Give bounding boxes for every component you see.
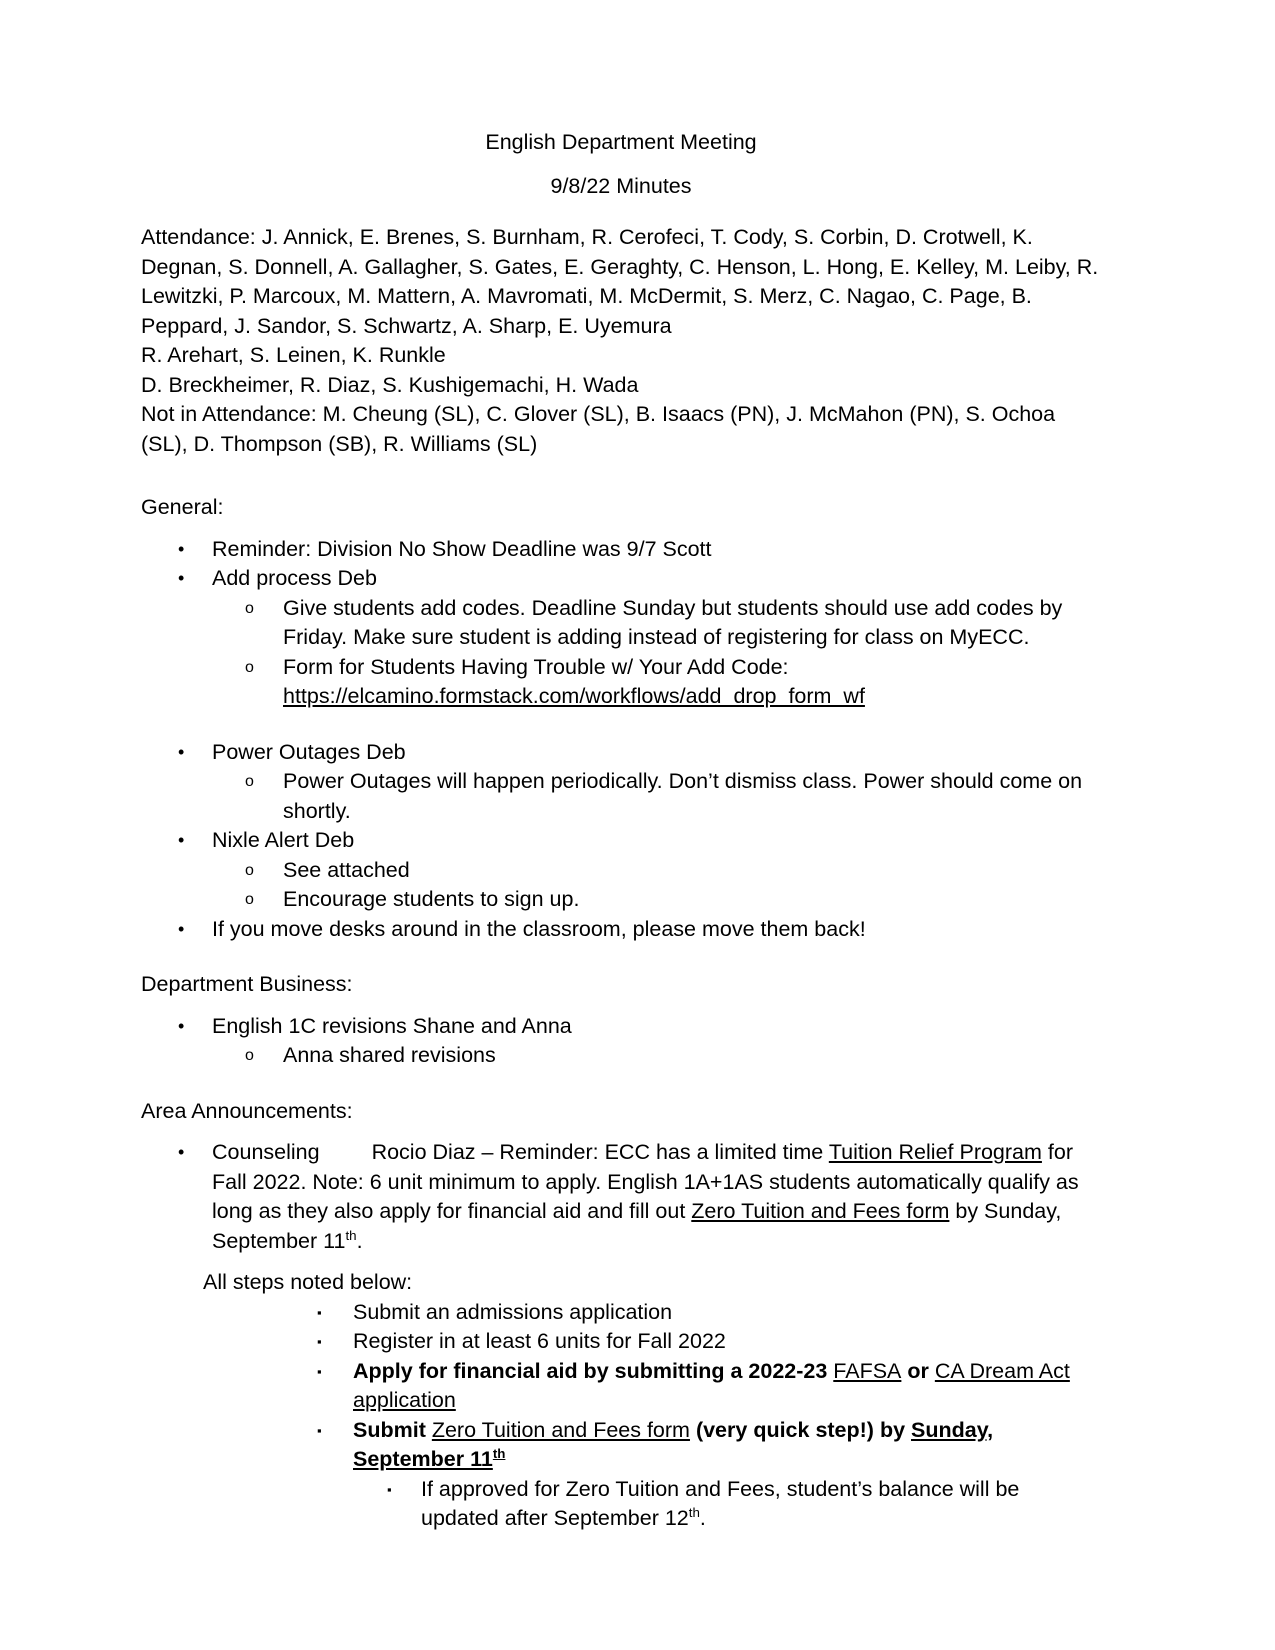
bullet-square-icon: ▪ — [317, 1422, 322, 1438]
document-body: English Department Meeting 9/8/22 Minute… — [141, 130, 1101, 1534]
bullet-square-icon: ▪ — [317, 1304, 322, 1320]
list-item-text: If you move desks around in the classroo… — [212, 916, 866, 941]
list-item-text: Form for Students Having Trouble w/ Your… — [283, 654, 789, 679]
section-heading-area-announcements: Area Announcements: — [141, 1098, 353, 1123]
step-text-part-1: Apply for financial aid by submitting a … — [353, 1358, 834, 1383]
bullet-square-icon: ▪ — [387, 1481, 392, 1497]
list-item-text: English 1C revisions Shane and Anna — [212, 1013, 572, 1038]
nixle-alert-sublist: o See attached o Encourage students to s… — [141, 856, 1101, 915]
not-in-attendance-paragraph: Not in Attendance: M. Cheung (SL), C. Gl… — [141, 402, 1056, 456]
fafsa-link[interactable]: FAFSA — [833, 1359, 901, 1383]
list-item: ▪ Apply for financial aid by submitting … — [141, 1357, 1101, 1416]
bullet-disc-icon: • — [178, 538, 185, 559]
attendance-paragraph: Attendance: J. Annick, E. Brenes, S. Bur… — [141, 225, 1099, 338]
list-item-text: Power Outages Deb — [212, 739, 406, 764]
counseling-text-part-1: Rocio Diaz – Reminder: ECC has a limited… — [371, 1140, 829, 1164]
bullet-circle-icon: o — [245, 861, 254, 879]
list-item-text: Anna shared revisions — [283, 1043, 496, 1067]
list-item: • English 1C revisions Shane and Anna — [141, 1012, 1101, 1042]
bullet-circle-icon: o — [245, 773, 254, 790]
list-item: • If you move desks around in the classr… — [141, 915, 1101, 945]
list-item: o Give students add codes. Deadline Sund… — [141, 594, 1101, 653]
list-item: • Nixle Alert Deb — [141, 826, 1101, 856]
list-item: • Power Outages Deb — [141, 738, 1101, 768]
desks-bullet-list: • If you move desks around in the classr… — [141, 915, 1101, 945]
area-announcements-bullet-list: • Counseling Rocio Diaz – Reminder: ECC h… — [141, 1138, 1101, 1256]
meeting-date-subtitle: 9/8/22 Minutes — [550, 173, 692, 198]
zero-tuition-fees-form-link[interactable]: Zero Tuition and Fees form — [432, 1418, 690, 1442]
ordinal-suffix: th — [345, 1227, 357, 1243]
bullet-circle-icon: o — [245, 891, 254, 908]
list-item: ▪ Register in at least 6 units for Fall … — [141, 1327, 1101, 1357]
bullet-disc-icon: • — [178, 741, 185, 762]
bullet-circle-icon: o — [245, 658, 254, 676]
list-item-text: Add process Deb — [212, 566, 377, 590]
list-item: ▪ If approved for Zero Tuition and Fees,… — [141, 1475, 1101, 1534]
list-item-text: Give students add codes. Deadline Sunday… — [283, 595, 1063, 650]
list-item: o Encourage students to sign up. — [141, 885, 1101, 915]
list-item: ▪ Submit an admissions application — [141, 1298, 1101, 1328]
list-item-text: Encourage students to sign up. — [283, 887, 580, 911]
bullet-circle-icon: o — [245, 1047, 254, 1064]
steps-list: ▪ Submit an admissions application ▪ Reg… — [141, 1298, 1101, 1475]
list-item-text: See attached — [283, 857, 410, 882]
bullet-disc-icon: • — [178, 918, 185, 939]
add-drop-form-link[interactable]: https://elcamino.formstack.com/workflows… — [283, 684, 865, 708]
general-bullet-list: • Reminder: Division No Show Deadline wa… — [141, 535, 1101, 594]
ordinal-suffix: th — [492, 1445, 506, 1461]
list-item-text: Nixle Alert Deb — [212, 828, 355, 852]
department-business-bullet-list: • English 1C revisions Shane and Anna — [141, 1012, 1101, 1042]
list-item: o Anna shared revisions — [141, 1041, 1101, 1071]
list-item-text: Reminder: Division No Show Deadline was … — [212, 536, 712, 561]
zero-tuition-fees-form-link[interactable]: Zero Tuition and Fees form — [691, 1199, 949, 1223]
document-page: English Department Meeting 9/8/22 Minute… — [0, 0, 1275, 1650]
steps-sublist: ▪ If approved for Zero Tuition and Fees,… — [141, 1475, 1101, 1534]
meeting-title: English Department Meeting — [485, 130, 757, 154]
counseling-text-part-4: . — [356, 1228, 363, 1253]
bullet-disc-icon: • — [178, 568, 185, 588]
counseling-label: Counseling — [212, 1140, 320, 1164]
power-outages-bullet-list: • Power Outages Deb — [141, 738, 1101, 768]
list-item: • Add process Deb — [141, 564, 1101, 594]
department-business-sublist: o Anna shared revisions — [141, 1041, 1101, 1071]
attendance-line-3: D. Breckheimer, R. Diaz, S. Kushigemachi… — [141, 372, 639, 397]
section-heading-department-business: Department Business: — [141, 972, 353, 996]
add-process-sublist: o Give students add codes. Deadline Sund… — [141, 594, 1101, 712]
list-item-counseling: • Counseling Rocio Diaz – Reminder: ECC h… — [141, 1138, 1101, 1256]
bullet-square-icon: ▪ — [317, 1363, 322, 1379]
list-item: o See attached — [141, 856, 1101, 886]
list-item: ▪ Submit Zero Tuition and Fees form (ver… — [141, 1416, 1101, 1475]
substep-text-part-1: If approved for Zero Tuition and Fees, s… — [421, 1476, 1020, 1531]
step-text-part-2: (very quick step!) by — [689, 1417, 912, 1442]
step-text-part-1: Submit — [353, 1417, 432, 1442]
tuition-relief-program-link[interactable]: Tuition Relief Program — [829, 1140, 1042, 1164]
power-outages-sublist: o Power Outages will happen periodically… — [141, 767, 1101, 826]
attendance-line-2: R. Arehart, S. Leinen, K. Runkle — [141, 343, 446, 367]
list-item-text: Submit an admissions application — [353, 1299, 673, 1324]
substep-text-part-2: . — [699, 1506, 706, 1530]
bullet-disc-icon: • — [178, 1142, 185, 1162]
list-item: o Power Outages will happen periodically… — [141, 767, 1101, 826]
bullet-circle-icon: o — [245, 599, 254, 617]
list-item: o Form for Students Having Trouble w/ Yo… — [141, 653, 1101, 712]
ordinal-suffix: th — [688, 1504, 700, 1520]
step-text-part-2: or — [901, 1358, 935, 1383]
all-steps-label: All steps noted below: — [203, 1270, 413, 1294]
list-item-text: Power Outages will happen periodically. … — [283, 769, 1083, 823]
nixle-alert-bullet-list: • Nixle Alert Deb — [141, 826, 1101, 856]
bullet-square-icon: ▪ — [317, 1334, 322, 1349]
list-item: • Reminder: Division No Show Deadline wa… — [141, 535, 1101, 565]
bullet-disc-icon: • — [178, 830, 185, 850]
bullet-disc-icon: • — [178, 1015, 185, 1036]
list-item-text: Register in at least 6 units for Fall 20… — [353, 1329, 726, 1353]
section-heading-general: General: — [141, 495, 224, 519]
